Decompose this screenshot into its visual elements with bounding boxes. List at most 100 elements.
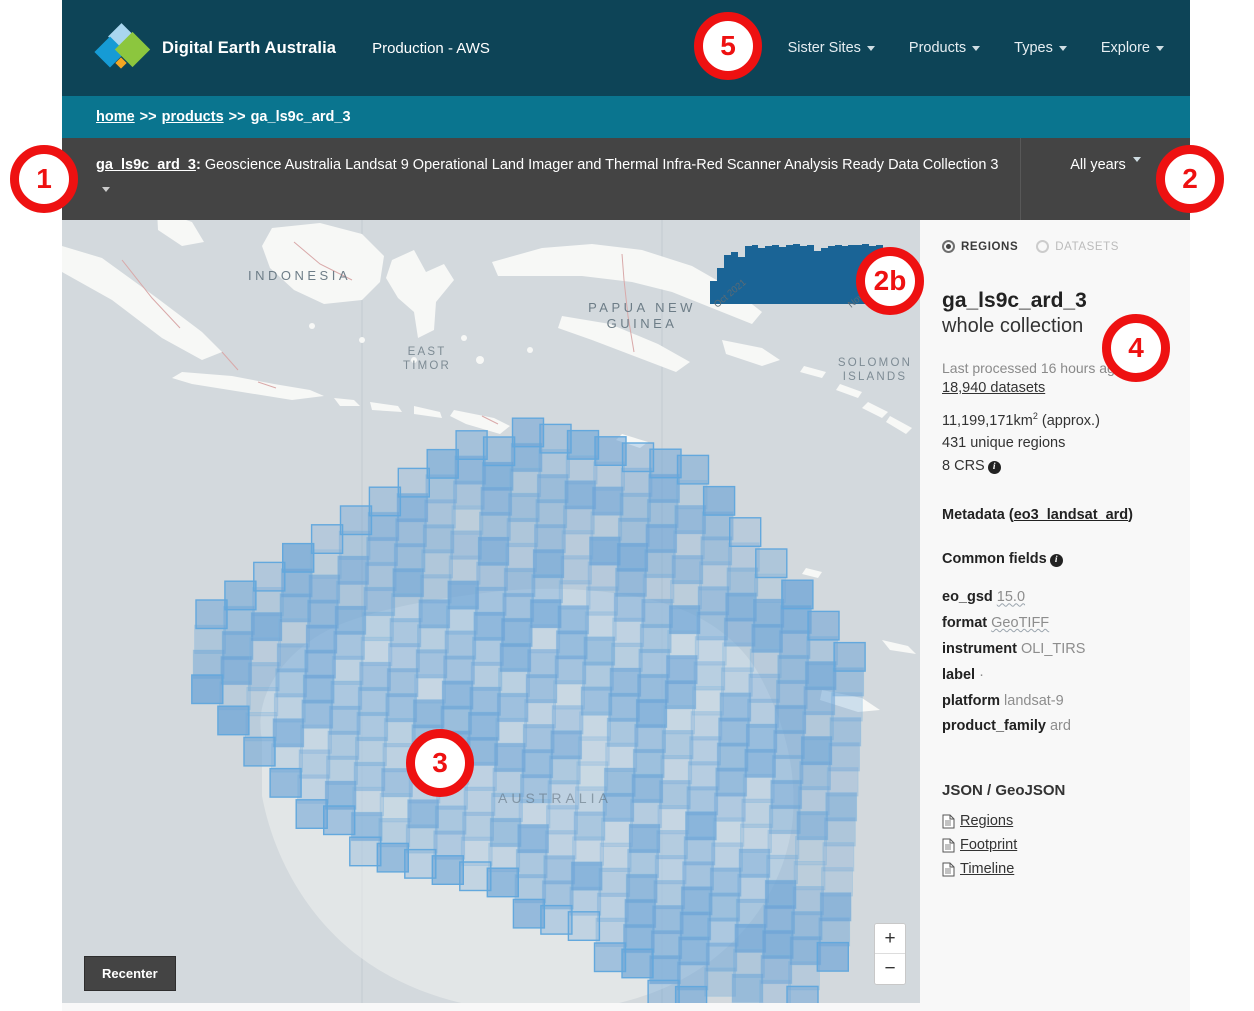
region-tile[interactable] bbox=[431, 855, 464, 885]
region-tile[interactable] bbox=[833, 642, 866, 672]
region-tile[interactable] bbox=[632, 748, 665, 779]
region-tile[interactable] bbox=[621, 948, 654, 979]
region-tile[interactable] bbox=[379, 793, 412, 823]
region-tile[interactable] bbox=[220, 655, 253, 686]
brand-block[interactable]: Digital Earth Australia Production - AWS bbox=[94, 23, 490, 71]
region-tile[interactable] bbox=[579, 711, 611, 741]
region-tile[interactable] bbox=[309, 549, 342, 579]
region-tile[interactable] bbox=[800, 736, 833, 766]
region-tile[interactable] bbox=[278, 618, 310, 648]
region-tile[interactable] bbox=[664, 679, 697, 710]
info-icon[interactable]: i bbox=[987, 460, 1001, 474]
region-tile[interactable] bbox=[269, 768, 302, 798]
region-tile[interactable] bbox=[612, 617, 645, 647]
region-tile[interactable] bbox=[496, 692, 529, 723]
region-tile[interactable] bbox=[716, 742, 749, 772]
region-tile[interactable] bbox=[642, 573, 675, 604]
region-tile[interactable] bbox=[672, 529, 705, 560]
region-tile[interactable] bbox=[668, 604, 701, 635]
region-tile[interactable] bbox=[454, 455, 487, 485]
region-tile[interactable] bbox=[733, 948, 765, 978]
region-tile[interactable] bbox=[304, 649, 337, 679]
region-tile[interactable] bbox=[720, 667, 753, 697]
region-tile[interactable] bbox=[532, 548, 565, 579]
region-tile[interactable] bbox=[221, 630, 254, 661]
region-tile[interactable] bbox=[543, 855, 576, 885]
region-tile[interactable] bbox=[751, 623, 783, 653]
region-tile[interactable] bbox=[622, 442, 654, 472]
region-tile[interactable] bbox=[354, 736, 387, 767]
region-tile[interactable] bbox=[731, 973, 764, 1003]
region-tile[interactable] bbox=[565, 455, 598, 485]
region-tile[interactable] bbox=[676, 961, 709, 991]
region-tile[interactable] bbox=[686, 786, 719, 816]
region-tile[interactable] bbox=[525, 673, 558, 704]
region-tile[interactable] bbox=[697, 586, 730, 616]
region-tile[interactable] bbox=[558, 580, 591, 610]
region-tile[interactable] bbox=[352, 786, 385, 817]
region-tile[interactable] bbox=[706, 917, 739, 947]
region-tile[interactable] bbox=[826, 767, 859, 797]
region-tile[interactable] bbox=[821, 867, 853, 897]
region-tile[interactable] bbox=[802, 710, 834, 741]
region-tile[interactable] bbox=[623, 923, 655, 954]
region-tile[interactable] bbox=[799, 761, 831, 791]
timeline-bar[interactable] bbox=[786, 245, 794, 304]
region-tile[interactable] bbox=[584, 611, 617, 641]
region-tile[interactable] bbox=[324, 780, 357, 810]
region-tile[interactable] bbox=[771, 754, 804, 785]
region-tile[interactable] bbox=[829, 717, 862, 747]
region-tile[interactable] bbox=[298, 749, 331, 779]
region-tile[interactable] bbox=[334, 605, 367, 635]
timeline-bar[interactable] bbox=[841, 246, 849, 304]
region-tile[interactable] bbox=[822, 842, 855, 872]
region-tile[interactable] bbox=[395, 517, 427, 548]
region-tile[interactable] bbox=[217, 705, 250, 736]
region-tile[interactable] bbox=[554, 655, 587, 685]
region-tile[interactable] bbox=[763, 904, 796, 935]
region-tile[interactable] bbox=[338, 530, 371, 560]
region-tile[interactable] bbox=[423, 499, 456, 529]
zoom-in-button[interactable]: + bbox=[875, 924, 905, 954]
region-tile[interactable] bbox=[360, 636, 393, 667]
region-tile[interactable] bbox=[674, 504, 707, 535]
region-tile[interactable] bbox=[654, 855, 687, 885]
region-tile[interactable] bbox=[594, 436, 627, 466]
region-tile[interactable] bbox=[412, 699, 445, 729]
region-tile[interactable] bbox=[244, 711, 277, 742]
region-tile[interactable] bbox=[726, 567, 759, 597]
chevron-down-icon[interactable] bbox=[102, 186, 110, 192]
region-tile[interactable] bbox=[774, 704, 807, 735]
region-tile[interactable] bbox=[678, 936, 710, 966]
region-tile[interactable] bbox=[610, 642, 643, 672]
region-tile[interactable] bbox=[598, 867, 631, 897]
region-tile[interactable] bbox=[535, 498, 568, 529]
region-tile[interactable] bbox=[619, 492, 652, 522]
region-tile[interactable] bbox=[595, 917, 628, 947]
region-tile[interactable] bbox=[573, 811, 606, 841]
region-tile[interactable] bbox=[796, 811, 829, 841]
json-link-timeline[interactable]: Timeline bbox=[942, 861, 1168, 877]
region-tile[interactable] bbox=[663, 704, 695, 735]
region-tile[interactable] bbox=[478, 511, 511, 541]
region-tile[interactable] bbox=[418, 599, 451, 629]
region-tile[interactable] bbox=[615, 567, 647, 597]
region-tile[interactable] bbox=[649, 955, 681, 985]
region-tile[interactable] bbox=[452, 480, 485, 510]
region-tile[interactable] bbox=[295, 799, 328, 829]
timeline-bar[interactable] bbox=[765, 246, 773, 304]
datasets-count-link[interactable]: 18,940 datasets bbox=[942, 380, 1045, 396]
json-link-footprint[interactable]: Footprint bbox=[942, 837, 1168, 853]
region-tile[interactable] bbox=[712, 817, 745, 847]
region-tile[interactable] bbox=[253, 561, 286, 592]
region-tile[interactable] bbox=[671, 554, 704, 585]
timeline-bar[interactable] bbox=[793, 244, 800, 304]
region-tile[interactable] bbox=[306, 599, 339, 629]
region-tile[interactable] bbox=[276, 643, 309, 673]
region-tile[interactable] bbox=[544, 830, 577, 860]
region-tile[interactable] bbox=[509, 467, 542, 498]
region-tile[interactable] bbox=[699, 561, 731, 591]
region-tile[interactable] bbox=[524, 698, 557, 729]
region-tile[interactable] bbox=[830, 692, 863, 722]
region-tile[interactable] bbox=[790, 911, 823, 941]
